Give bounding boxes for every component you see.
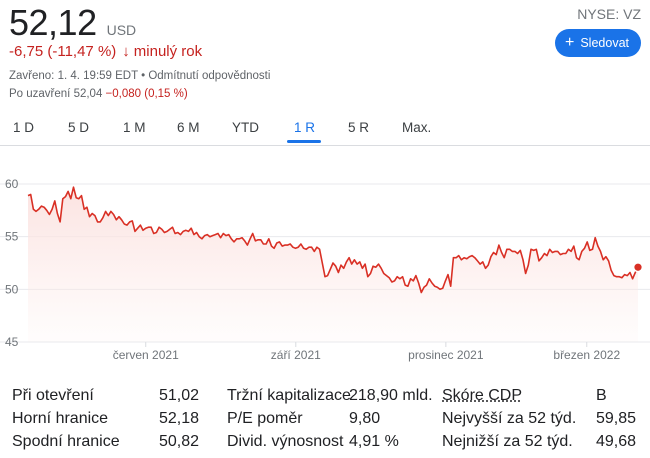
stat-pe-value: 9,80 (349, 410, 381, 427)
current-price-marker (634, 263, 642, 271)
y-tick-label: 50 (5, 282, 19, 296)
stat-low-value: 50,82 (158, 433, 199, 450)
stat-high-value: 52,18 (158, 410, 199, 427)
active-tab-indicator (287, 140, 321, 143)
change-period: minulý rok (133, 43, 203, 60)
plus-icon: + (565, 34, 575, 51)
current-price: 52,12 (9, 2, 97, 43)
stat-low-label: Spodní hranice (12, 433, 120, 450)
stat-52w-low-label: Nejnižší za 52 týd. (442, 433, 573, 450)
stat-cdp-label[interactable]: Skóre CDP (442, 387, 522, 405)
price-header: 52,12 USD (9, 2, 136, 44)
tab-1r[interactable]: 1 R (294, 120, 315, 142)
after-hours-label: Po uzavření 52,04 (9, 88, 103, 100)
stat-pe-label: P/E poměr (227, 410, 303, 427)
after-hours: Po uzavření 52,04 −0,080 (0,15 %) (9, 88, 188, 100)
stat-div-label: Divid. výnosnost (227, 433, 344, 450)
follow-button[interactable]: + Sledovat (555, 29, 641, 57)
ticker-symbol: NYSE: VZ (577, 6, 641, 22)
divider (0, 145, 650, 146)
closed-text: Zavřeno: 1. 4. 19:59 EDT • Odmítnutí odp… (9, 70, 271, 82)
stat-52w-high-label: Nejvyšší za 52 týd. (442, 410, 577, 427)
y-tick-label: 45 (5, 335, 19, 349)
y-tick-label: 55 (5, 230, 19, 244)
stat-cdp-value: B (596, 387, 607, 404)
stat-div-value: 4,91 % (349, 433, 399, 450)
arrow-down-icon: ↓ (122, 43, 130, 60)
tab-1d[interactable]: 1 D (13, 120, 34, 142)
stat-mktcap-label: Tržní kapitalizace (227, 387, 351, 404)
x-tick-label: březen 2022 (553, 348, 620, 362)
price-chart[interactable]: 60 55 50 45 červen 2021 září 2021 prosinec 20… (0, 150, 650, 368)
range-tabs: 1 D 5 D 1 M 6 M YTD 1 R 5 R Max. (0, 120, 650, 143)
change-value: -6,75 (-11,47 %) (9, 43, 117, 60)
tab-1m[interactable]: 1 M (123, 120, 146, 142)
stat-high-label: Horní hranice (12, 410, 109, 427)
x-tick-label: prosinec 2021 (408, 348, 484, 362)
after-hours-change: −0,080 (0,15 %) (105, 88, 188, 100)
y-tick-label: 60 (5, 177, 19, 191)
stat-52w-high-value: 59,85 (596, 410, 637, 427)
tab-6m[interactable]: 6 M (177, 120, 200, 142)
price-change: -6,75 (-11,47 %) ↓ minulý rok (9, 43, 202, 60)
stat-open-label: Při otevření (12, 387, 94, 404)
tab-ytd[interactable]: YTD (232, 120, 259, 142)
market-status: Zavřeno: 1. 4. 19:59 EDT • Odmítnutí odp… (9, 70, 270, 82)
stat-52w-low-value: 49,68 (596, 433, 637, 450)
tab-max[interactable]: Max. (402, 120, 431, 142)
tab-5d[interactable]: 5 D (68, 120, 89, 142)
stat-open-value: 51,02 (158, 387, 199, 404)
follow-button-label: Sledovat (580, 36, 629, 50)
x-tick-label: září 2021 (271, 348, 321, 362)
currency-label: USD (106, 22, 137, 38)
x-tick-label: červen 2021 (113, 348, 179, 362)
tab-5r[interactable]: 5 R (348, 120, 369, 142)
stat-mktcap-value: 218,90 mld. (349, 387, 433, 404)
